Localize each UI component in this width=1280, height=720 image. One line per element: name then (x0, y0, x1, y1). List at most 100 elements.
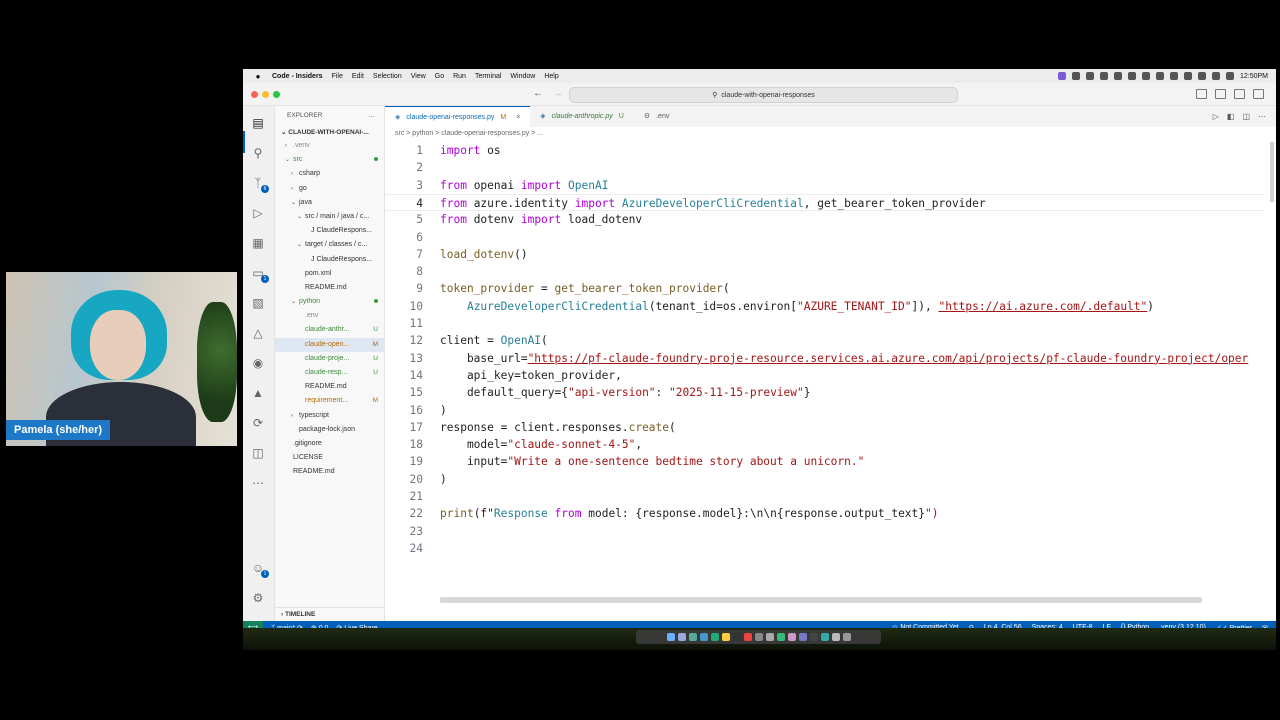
file-tree-item[interactable]: .gitignore (275, 437, 384, 451)
file-tree-item[interactable]: claude-proje... U (275, 352, 384, 366)
dock-app-icon[interactable] (732, 633, 741, 641)
code-line[interactable]: 22 print(f"Response from model: {response… (385, 505, 1265, 522)
file-tree-item[interactable]: ⌄ src / main / java / c... (275, 210, 384, 224)
file-tree-item[interactable]: › go (275, 182, 384, 196)
menu-help[interactable]: Help (544, 73, 558, 80)
code-line[interactable]: 15 default_query={"api-version": "2025-1… (385, 384, 1265, 401)
settings-gear-icon[interactable]: ⚙ (251, 591, 265, 605)
run-debug-icon[interactable]: ▷ (251, 206, 265, 220)
menu-selection[interactable]: Selection (373, 73, 402, 80)
code-line[interactable]: 3 from openai import OpenAI (385, 177, 1265, 194)
code-line[interactable]: 16) (385, 402, 1265, 419)
file-tree-item[interactable]: claude-resp... U (275, 366, 384, 380)
tray-app-icon[interactable] (1155, 72, 1164, 80)
close-icon[interactable]: × (516, 107, 520, 128)
back-arrow-icon[interactable]: ← (533, 88, 543, 99)
dock-app-icon[interactable] (798, 633, 807, 641)
file-tree-item[interactable]: J ClaudeRespons... (275, 224, 384, 238)
code-line[interactable]: 20) (385, 471, 1265, 488)
forward-arrow-icon[interactable]: → (553, 88, 563, 99)
dock-app-icon[interactable] (831, 633, 840, 641)
close-window-button[interactable] (251, 91, 258, 98)
split-editor-icon[interactable]: ◫ (1242, 112, 1250, 121)
tray-app-icon[interactable] (1085, 72, 1094, 80)
extensions-icon[interactable]: ▦ (251, 236, 265, 250)
tray-app-icon[interactable] (1183, 72, 1192, 80)
accounts-icon[interactable]: ☺ 1 (251, 561, 269, 578)
dock-app-icon[interactable] (721, 633, 730, 641)
code-editor[interactable]: 1 import os 2 3 from openai import OpenAI 4 fr… (385, 142, 1265, 562)
trash-icon[interactable] (842, 633, 851, 641)
file-tree-item[interactable]: README.md (275, 465, 384, 479)
dock-app-icon[interactable] (677, 633, 686, 641)
code-line[interactable]: 18 model="claude-sonnet-4-5", (385, 436, 1265, 453)
file-tree-item[interactable]: ⌄ java (275, 196, 384, 210)
tray-app-icon[interactable] (1141, 72, 1150, 80)
source-control-icon[interactable]: ᛉ6 (251, 176, 269, 193)
file-tree-item[interactable]: package-lock.json (275, 423, 384, 437)
tray-app-icon[interactable] (1113, 72, 1122, 80)
dock-app-icon[interactable] (776, 633, 785, 641)
apple-icon[interactable]: ● (253, 72, 263, 81)
dock-app-icon[interactable] (787, 633, 796, 641)
code-line[interactable]: 13 base_url="https://pf-claude-foundry-p… (385, 350, 1265, 367)
code-line[interactable]: 14 api_key=token_provider, (385, 367, 1265, 384)
database-icon[interactable]: ◫ (251, 446, 265, 460)
tray-app-icon[interactable] (1099, 72, 1108, 80)
toggle-sidebar-icon[interactable] (1196, 89, 1207, 99)
menu-run[interactable]: Run (453, 73, 466, 80)
menu-edit[interactable]: Edit (352, 73, 364, 80)
tray-app-icon[interactable] (1071, 72, 1080, 80)
code-line[interactable]: 9 token_provider = get_bearer_token_provi… (385, 280, 1265, 297)
code-line[interactable]: 2 (385, 159, 1265, 176)
dock-app-icon[interactable] (754, 633, 763, 641)
tab-env[interactable]: ⚙ .env (634, 106, 680, 127)
code-line[interactable]: 1 import os (385, 142, 1265, 159)
more-actions-icon[interactable]: ⋯ (1258, 112, 1266, 121)
file-tree-item[interactable]: LICENSE (275, 451, 384, 465)
code-line[interactable]: 6 (385, 229, 1265, 246)
code-line[interactable]: 11 (385, 315, 1265, 332)
more-actions-icon[interactable]: ... (369, 106, 374, 126)
code-line[interactable]: 17 response = client.responses.create( (385, 419, 1265, 436)
tray-app-icon[interactable] (1197, 72, 1206, 80)
file-tree-item[interactable]: .env (275, 309, 384, 323)
screen-share-icon[interactable] (1057, 72, 1066, 80)
workspace-root[interactable]: ⌄ CLAUDE-WITH-OPENAI-... (275, 126, 384, 139)
file-tree-item[interactable]: claude-anthr... U (275, 323, 384, 337)
code-line[interactable]: 4 from azure.identity import AzureDevelop… (385, 193, 1265, 211)
tray-app-icon[interactable] (1127, 72, 1136, 80)
toggle-secondary-sidebar-icon[interactable] (1234, 89, 1245, 99)
breadcrumb[interactable]: src > python > claude-openai-responses.p… (395, 130, 543, 137)
wifi-icon[interactable] (1169, 72, 1178, 80)
code-line[interactable]: 21 (385, 488, 1265, 505)
menu-app-name[interactable]: Code - Insiders (272, 73, 323, 80)
menu-window[interactable]: Window (510, 73, 535, 80)
file-tree-item[interactable]: requirement... M (275, 394, 384, 408)
run-icon[interactable]: ▷ (1213, 112, 1219, 121)
code-line[interactable]: 5 from dotenv import load_dotenv (385, 211, 1265, 228)
file-tree-item[interactable]: ⌄ src (275, 153, 384, 167)
tab-claude-anthropic[interactable]: ◈ claude-anthropic.py U (530, 106, 634, 127)
open-changes-icon[interactable]: ◧ (1227, 112, 1235, 121)
control-center-icon[interactable] (1225, 72, 1234, 80)
remote-explorer-icon[interactable]: ▭ 1 (251, 266, 269, 283)
clock[interactable]: 12:50PM (1240, 73, 1268, 80)
tab-claude-openai-responses[interactable]: ◈ claude-openai-responses.py M × (385, 106, 531, 128)
code-line[interactable]: 23 (385, 523, 1265, 540)
finder-icon[interactable] (666, 633, 675, 641)
search-icon[interactable] (1211, 72, 1220, 80)
dock-app-icon[interactable] (699, 633, 708, 641)
timeline-section[interactable]: › TIMELINE (275, 607, 384, 621)
azure-icon[interactable]: ▲ (251, 386, 265, 400)
vertical-scrollbar[interactable] (1270, 142, 1274, 202)
menu-file[interactable]: File (332, 73, 343, 80)
github-icon[interactable]: ◉ (251, 356, 265, 370)
code-line[interactable]: 19 input="Write a one-sentence bedtime s… (385, 453, 1265, 470)
testing-icon[interactable]: △ (251, 326, 265, 340)
dock-app-icon[interactable] (710, 633, 719, 641)
file-tree-item[interactable]: pom.xml (275, 267, 384, 281)
zoom-window-button[interactable] (273, 91, 280, 98)
code-line[interactable]: 10 AzureDeveloperCliCredential(tenant_id… (385, 298, 1265, 315)
dock-app-icon[interactable] (765, 633, 774, 641)
